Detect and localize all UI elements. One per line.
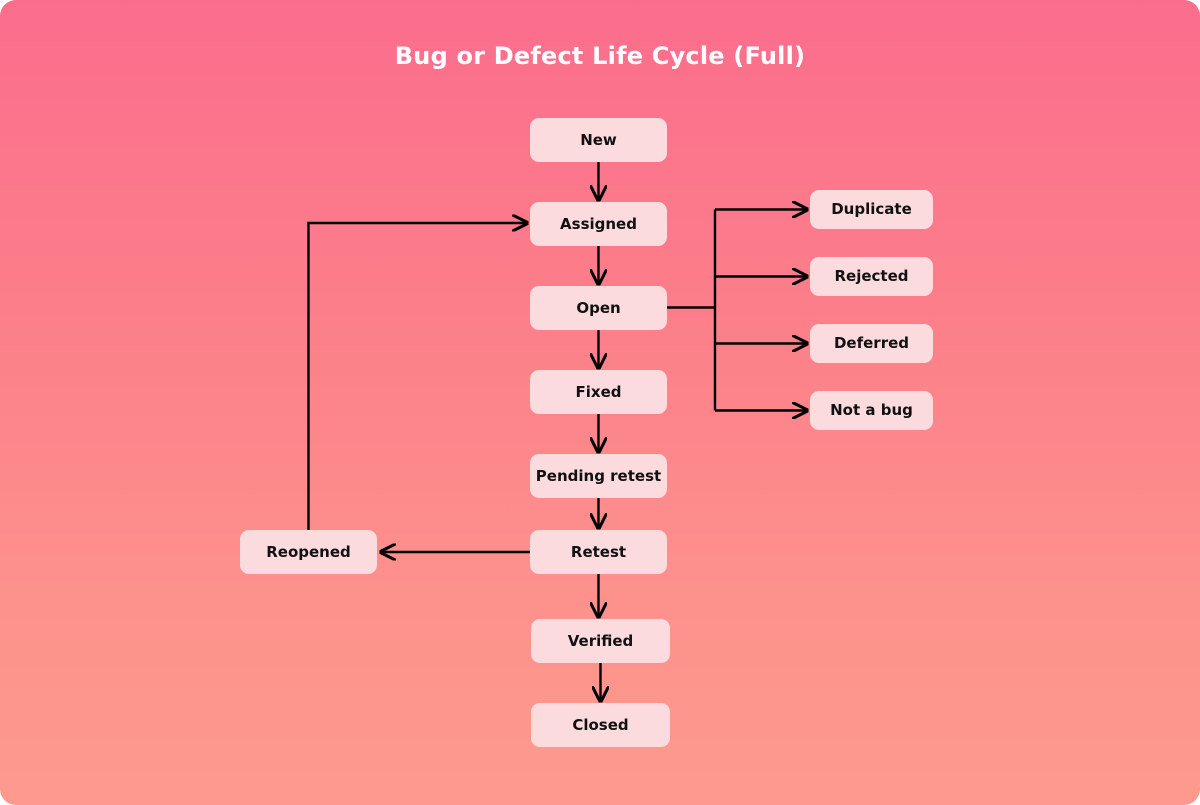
node-label: Not a bug [830, 401, 913, 419]
node-label: Verified [567, 631, 634, 650]
node-fixed[interactable]: Fixed [530, 370, 667, 414]
node-label: Rejected [834, 267, 909, 285]
node-deferred[interactable]: Deferred [810, 324, 933, 363]
node-label: Duplicate [831, 200, 912, 218]
node-rejected[interactable]: Rejected [810, 257, 933, 296]
node-verified[interactable]: Verified [531, 619, 670, 663]
node-label: Closed [572, 715, 629, 734]
node-label: New [580, 130, 617, 149]
node-not-a-bug[interactable]: Not a bug [810, 391, 933, 430]
node-assigned[interactable]: Assigned [530, 202, 667, 246]
node-new[interactable]: New [530, 118, 667, 162]
node-label: Retest [570, 542, 627, 561]
node-label: Pending retest [535, 466, 662, 485]
edge-branch-trunk [667, 209, 717, 411]
page-title: Bug or Defect Life Cycle (Full) [394, 42, 806, 70]
node-duplicate[interactable]: Duplicate [810, 190, 933, 229]
node-reopened[interactable]: Reopened [240, 530, 377, 574]
node-label: Reopened [266, 542, 351, 561]
node-pending-retest[interactable]: Pending retest [530, 454, 667, 498]
node-label: Deferred [833, 334, 910, 352]
edge-reopened-assigned [307, 223, 528, 530]
diagram-canvas: Bug or Defect Life Cycle (Full) New Assi… [0, 0, 1200, 805]
node-open[interactable]: Open [530, 286, 667, 330]
node-label: Assigned [560, 214, 637, 233]
node-retest[interactable]: Retest [530, 530, 667, 574]
node-label: Fixed [575, 382, 622, 401]
node-closed[interactable]: Closed [531, 703, 670, 747]
node-label: Open [576, 298, 621, 317]
